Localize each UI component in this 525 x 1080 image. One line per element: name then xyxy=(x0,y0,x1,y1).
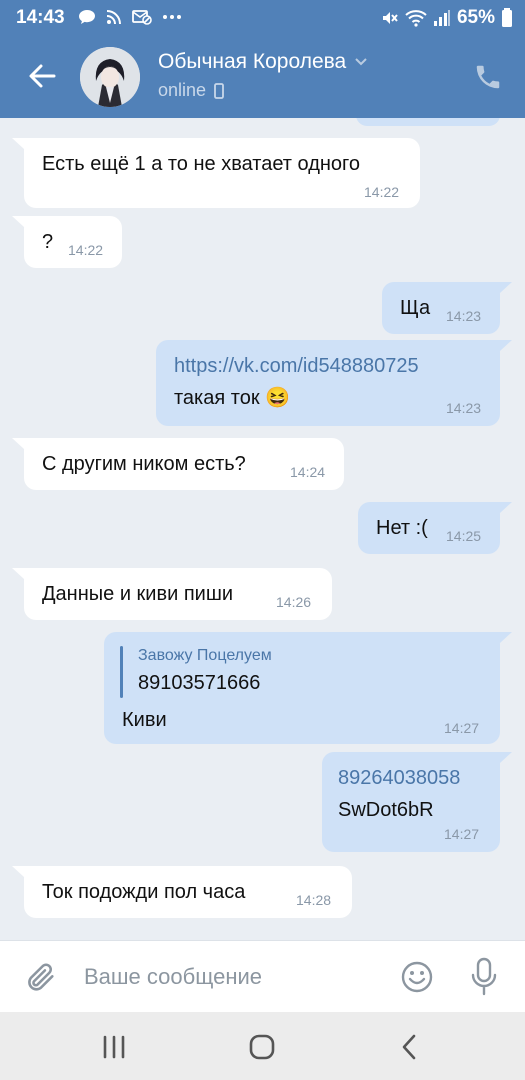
more-dots-icon xyxy=(163,15,181,19)
message-text: Нет :( xyxy=(376,517,428,539)
chat-bubble-icon xyxy=(79,10,95,24)
message-text: такая ток 😆 xyxy=(174,387,291,409)
message-input[interactable] xyxy=(84,959,374,995)
message-time: 14:27 xyxy=(444,826,480,842)
message-bubble[interactable]: Ща 14:23 xyxy=(382,282,500,334)
battery-level: 65% xyxy=(456,7,495,28)
system-nav-bar xyxy=(0,1012,525,1080)
message-time: 14:22 xyxy=(68,242,104,258)
message-time: 14:27 xyxy=(444,720,480,736)
mute-icon xyxy=(382,12,398,24)
message-bubble[interactable]: Завожу Поцелуем 89103571666 Киви 14:27 xyxy=(104,632,500,744)
message-text: Есть ещё 1 а то не хватает одного xyxy=(42,153,361,175)
chat-title-text: Обычная Королева xyxy=(158,50,347,73)
message-time: 14:22 xyxy=(364,184,400,200)
back-icon[interactable] xyxy=(390,1030,430,1064)
reply-quote[interactable]: Завожу Поцелуем 89103571666 xyxy=(138,646,272,695)
message-time: 14:28 xyxy=(296,892,332,908)
chat-header: Обычная Королева online xyxy=(0,36,525,118)
message-time: 14:23 xyxy=(446,400,482,416)
message-bubble[interactable]: 89264038058 SwDot6bR 14:27 xyxy=(322,752,500,852)
message-bubble-partial[interactable] xyxy=(356,118,500,126)
message-time: 14:26 xyxy=(276,594,312,610)
message-text: Ток подожди пол часа xyxy=(42,881,246,903)
signal-icon xyxy=(433,10,450,26)
message-list[interactable]: Есть ещё 1 а то не хватает одного 14:22 … xyxy=(0,118,525,940)
emoji-icon[interactable] xyxy=(400,960,434,994)
message-text: Данные и киви пиши xyxy=(42,583,234,605)
message-bubble[interactable]: Данные и киви пиши 14:26 xyxy=(24,568,332,620)
reply-text: 89103571666 xyxy=(138,672,261,695)
message-bubble[interactable]: С другим ником есть? 14:24 xyxy=(24,438,344,490)
message-time: 14:25 xyxy=(446,528,482,544)
message-bubble[interactable]: Ток подожди пол часа 14:28 xyxy=(24,866,352,918)
reply-bar xyxy=(120,646,123,698)
phone-icon[interactable] xyxy=(473,62,503,92)
message-bubble[interactable]: ? 14:22 xyxy=(24,216,122,268)
top-bar: 14:43 65% Обычная Королева online xyxy=(0,0,525,118)
battery-icon xyxy=(502,8,512,27)
message-link[interactable]: 89264038058 xyxy=(338,766,460,790)
message-text: Киви xyxy=(122,709,167,731)
mail-blocked-icon xyxy=(132,10,152,25)
rss-icon xyxy=(106,10,121,25)
status-time: 14:43 xyxy=(16,7,65,28)
message-time: 14:23 xyxy=(446,308,482,324)
chevron-down-icon xyxy=(355,58,367,66)
back-arrow-icon[interactable] xyxy=(24,58,60,94)
chat-title[interactable]: Обычная Королева xyxy=(158,50,368,74)
reply-author: Завожу Поцелуем xyxy=(138,647,272,664)
home-icon[interactable] xyxy=(242,1030,282,1064)
message-text: SwDot6bR xyxy=(338,799,434,821)
avatar-image xyxy=(80,47,140,107)
message-link[interactable]: https://vk.com/id548880725 xyxy=(174,354,419,378)
microphone-icon[interactable] xyxy=(468,957,500,997)
recent-apps-icon[interactable] xyxy=(94,1030,134,1064)
message-bubble[interactable]: https://vk.com/id548880725 такая ток 😆 1… xyxy=(156,340,500,426)
message-text: ? xyxy=(42,231,54,253)
avatar[interactable] xyxy=(80,47,140,107)
message-text: Ща xyxy=(400,297,431,319)
message-time: 14:24 xyxy=(290,464,326,480)
message-composer xyxy=(0,940,525,1012)
message-bubble[interactable]: Нет :( 14:25 xyxy=(358,502,500,554)
wifi-icon xyxy=(405,10,427,27)
online-status: online xyxy=(158,80,207,100)
message-bubble[interactable]: Есть ещё 1 а то не хватает одного 14:22 xyxy=(24,138,420,208)
message-text: С другим ником есть? xyxy=(42,453,246,475)
chat-status: online xyxy=(158,80,224,101)
paperclip-icon[interactable] xyxy=(24,959,58,995)
status-bar: 14:43 65% xyxy=(0,0,525,36)
phone-mobile-icon xyxy=(214,82,224,99)
